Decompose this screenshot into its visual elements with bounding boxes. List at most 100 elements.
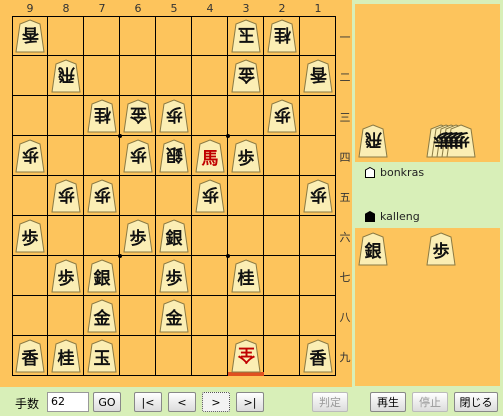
sente-piece[interactable]: 歩 [159,259,189,293]
judge-button[interactable]: 判定 [312,392,348,412]
board-square[interactable] [84,56,120,96]
board-square[interactable] [120,56,156,96]
sente-piece[interactable]: 銀 [159,219,189,253]
board-square[interactable] [156,336,192,376]
gote-piece[interactable]: 桂 [267,19,297,53]
gote-piece[interactable]: 歩 [51,179,81,213]
sente-piece[interactable]: 桂 [231,259,261,293]
close-button[interactable]: 閉じる [454,392,498,412]
sente-piece[interactable]: 歩 [15,219,45,253]
board-square[interactable] [48,16,84,56]
sente-piece[interactable]: 歩 [51,259,81,293]
gote-piece[interactable]: 桂 [87,99,117,133]
board-square[interactable] [228,176,264,216]
board-square[interactable] [300,216,336,256]
gote-piece[interactable]: 金 [123,99,153,133]
board-square[interactable] [12,96,48,136]
board-square[interactable] [228,296,264,336]
gote-piece[interactable]: 金 [231,59,261,93]
board-square[interactable] [84,136,120,176]
sente-piece[interactable]: 歩 [123,219,153,253]
sente-piece[interactable]: 金 [159,299,189,333]
board-square[interactable] [264,296,300,336]
board-square[interactable] [192,216,228,256]
board-square[interactable] [264,56,300,96]
board-square[interactable] [12,256,48,296]
board-square[interactable] [264,256,300,296]
board-square[interactable] [264,136,300,176]
gote-piece[interactable]: 歩 [87,179,117,213]
board-square[interactable] [192,16,228,56]
board-square[interactable] [300,96,336,136]
sente-piece[interactable]: 香 [303,339,333,373]
board-square[interactable] [264,176,300,216]
rank-label: 五 [339,191,351,204]
gote-piece[interactable]: 歩 [159,99,189,133]
board-square[interactable] [300,136,336,176]
board-square[interactable] [264,336,300,376]
gote-piece[interactable]: 歩 [15,139,45,173]
prev-move-button[interactable]: < [168,392,196,412]
board-square[interactable] [192,336,228,376]
gote-piece[interactable]: 香 [303,59,333,93]
board-square[interactable] [120,176,156,216]
board-square[interactable] [120,336,156,376]
last-move-button[interactable]: >| [236,392,264,412]
gote-piece[interactable]: 玉 [231,19,261,53]
sente-piece[interactable]: 歩 [231,139,261,173]
sente-piece[interactable]: 銀 [358,232,388,266]
stop-button[interactable]: 停止 [412,392,448,412]
board-square[interactable] [300,256,336,296]
sente-piece[interactable]: 銀 [87,259,117,293]
piece-char: 銀 [93,268,111,289]
board-square[interactable] [120,16,156,56]
board-square[interactable] [228,216,264,256]
gote-piece[interactable]: 歩 [123,139,153,173]
gote-piece[interactable]: 飛 [51,59,81,93]
board-square[interactable] [300,296,336,336]
board-square[interactable] [120,296,156,336]
gote-piece[interactable]: 歩 [303,179,333,213]
sente-piece[interactable]: 金 [87,299,117,333]
gote-piece[interactable]: 香 [15,19,45,53]
board-square[interactable] [192,296,228,336]
board-square[interactable] [12,56,48,96]
sente-piece[interactable]: 玉 [87,339,117,373]
board-square[interactable] [156,16,192,56]
board-square[interactable] [156,56,192,96]
play-button[interactable]: 再生 [370,392,406,412]
sente-piece[interactable]: 桂 [51,339,81,373]
board-square[interactable] [156,176,192,216]
board-square[interactable] [48,136,84,176]
gote-piece[interactable]: 銀 [159,139,189,173]
next-move-button[interactable]: > [202,392,230,412]
gote-piece[interactable]: 飛 [358,124,388,158]
board-square[interactable] [300,16,336,56]
sente-piece[interactable]: 歩 [426,232,456,266]
sente-piece[interactable]: 馬 [195,139,225,173]
file-label: 5 [170,2,178,15]
board-square[interactable] [12,176,48,216]
sente-player-name: kalleng [380,210,420,223]
first-move-button[interactable]: |< [134,392,162,412]
gote-piece[interactable]: 全 [231,339,261,373]
rank-label: 三 [339,111,351,124]
board-square[interactable] [192,56,228,96]
board-square[interactable] [120,256,156,296]
gote-piece[interactable]: 歩 [195,179,225,213]
board-square[interactable] [12,296,48,336]
board-square[interactable] [192,96,228,136]
go-button[interactable]: GO [93,392,121,412]
board-square[interactable] [264,216,300,256]
board-square[interactable] [48,296,84,336]
board-square[interactable] [84,216,120,256]
move-number-input[interactable]: 62 [47,392,89,412]
sente-piece[interactable]: 香 [15,339,45,373]
board-square[interactable] [48,96,84,136]
board-square[interactable] [228,96,264,136]
board-square[interactable] [192,256,228,296]
piece-char: 飛 [57,63,75,84]
board-square[interactable] [48,216,84,256]
gote-piece[interactable]: 歩 [267,99,297,133]
board-square[interactable] [84,16,120,56]
